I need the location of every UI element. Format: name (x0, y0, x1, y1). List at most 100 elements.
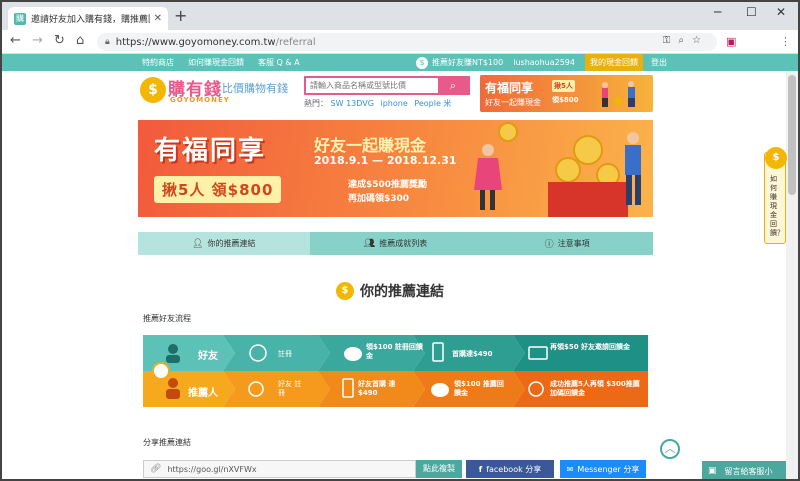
users-icon: 👥︎ (363, 238, 376, 249)
reload-icon[interactable]: ↻ (54, 34, 65, 48)
search-input[interactable] (306, 78, 438, 93)
referral-link[interactable]: 推薦好友賺NT$100 (432, 57, 503, 68)
page-scrollbar[interactable] (786, 71, 798, 479)
url-text: https://www.goyomoney.com.tw/referral (116, 37, 316, 48)
flow-step: 領$100 註冊回饋金 (366, 343, 423, 360)
logo-sub-text: GOYOMONEY (170, 96, 230, 104)
section-title: 你的推薦連結 (360, 284, 444, 300)
logout-link[interactable]: 登出 (651, 57, 667, 68)
bookmark-star-icon[interactable]: ☆ (692, 35, 709, 46)
forward-icon[interactable]: → (32, 34, 43, 48)
home-icon[interactable]: ⌂ (76, 34, 84, 48)
messenger-share-button[interactable]: ✉ Messenger 分享 (560, 460, 646, 478)
key-icon[interactable]: ⚿ (663, 35, 679, 46)
share-label: 分享推薦連結 (143, 438, 191, 447)
banner-title: 有福同享 (154, 136, 267, 166)
chat-label: 留言給客服小 (724, 466, 773, 476)
browser-tab[interactable]: 購 邀請好友加入購有錢，購推薦回饋現金！ ✕ (8, 7, 168, 30)
messenger-share-label: Messenger 分享 (577, 464, 640, 474)
mini-banner-badge: 揪5人 (552, 80, 575, 92)
flow-step: 首購達$490 (452, 350, 493, 358)
piggy-bank-icon (431, 383, 449, 397)
banner-info-line-1: 達成$500推薦獎勵 (348, 180, 428, 190)
window-close-icon[interactable]: ✕ (776, 5, 786, 19)
hot-keyword[interactable]: SW 13DVG (331, 99, 374, 108)
banner-subtitle: 好友一起賺現金 (314, 136, 427, 155)
main-content: $ 你的推薦連結 推薦好友流程 好友 註冊 領$100 註冊回饋金 首購達$49… (138, 255, 653, 479)
section-heading: $ 你的推薦連結 (336, 281, 444, 301)
browser-toolbar: ← → ↻ ⌂ 🔒︎ https://www.goyomoney.com.tw/… (2, 30, 798, 54)
logo-slogan: 比價購物有錢 (222, 82, 288, 95)
copy-button[interactable]: 點此複製 (416, 460, 462, 478)
browser-window: 購 邀請好友加入購有錢，購推薦回饋現金！ ✕ + ─ ☐ ✕ ← → ↻ ⌂ 🔒… (0, 0, 800, 481)
info-icon: ⓘ (544, 240, 554, 250)
mini-banner-subtitle: 好友一起賺現金 (485, 98, 541, 107)
menu-icon[interactable]: ⋮ (780, 35, 791, 48)
tab-title: 邀請好友加入購有錢，購推薦回饋現金！ (31, 15, 150, 25)
hot-label: 熱門： (304, 99, 328, 108)
friends-icon (166, 355, 180, 363)
share-url-field[interactable]: 🔗︎ https://goo.gl/nXVFWx (143, 460, 416, 478)
banner-badge: 揪5人 領$800 (154, 176, 282, 203)
mini-banner-title: 有福同享 (485, 81, 534, 95)
coin-icon: $ (336, 282, 354, 300)
omnibox-icons: ⚿⌕☆ (663, 35, 709, 46)
banner-info: 達成$500推薦獎勵 再加碼領$300 (348, 178, 427, 206)
close-tab-icon[interactable]: ✕ (154, 13, 162, 24)
back-icon[interactable]: ← (10, 34, 21, 48)
zoom-icon[interactable]: ⌕ (678, 35, 692, 46)
address-bar[interactable]: 🔒︎ https://www.goyomoney.com.tw/referral… (97, 33, 717, 51)
nav-link-faq[interactable]: 客服 Q & A (258, 57, 300, 68)
facebook-icon: f (478, 464, 483, 474)
tab-label: 你的推薦連結 (207, 239, 256, 248)
mini-banner-amount: 領$800 (552, 96, 579, 104)
flow-actor-referrer: 推薦人 (188, 388, 218, 399)
tab-notes[interactable]: ⓘ 注意事項 (481, 232, 654, 255)
banner-illustration (474, 122, 641, 217)
flow-actor-friend: 好友 (198, 351, 218, 362)
tab-label: 推薦成就列表 (379, 239, 428, 248)
site-logo[interactable]: $ 購有錢 GOYOMONEY 比價購物有錢 (140, 75, 300, 109)
flow-step: 成功推薦5人再領 $300推薦加碼回饋金 (550, 380, 640, 397)
minimize-icon[interactable]: ─ (714, 5, 721, 19)
flow-label: 推薦好友流程 (143, 314, 191, 323)
messenger-icon: ✉ (566, 464, 574, 474)
extension-icon[interactable]: ▣ (726, 35, 736, 48)
side-widget-text: 如何賺現金回饋？ (770, 175, 784, 237)
new-tab-icon[interactable]: + (174, 8, 187, 24)
tab-achievements[interactable]: 👥︎ 推薦成就列表 (309, 232, 482, 255)
hot-keyword[interactable]: People 米 (414, 99, 451, 108)
facebook-share-button[interactable]: f facebook 分享 (466, 460, 554, 478)
people-illustration (602, 81, 635, 107)
chat-icon: ▣ (708, 466, 717, 476)
site-favicon-icon: 購 (14, 12, 26, 25)
back-to-top-button[interactable]: ︿ (660, 439, 680, 459)
flow-step: 領$100 推薦回饋金 (454, 380, 504, 397)
banner-dates: 2018.9.1 — 2018.12.31 (314, 154, 457, 167)
banner-info-line-2: 再加碼領$300 (348, 194, 410, 204)
customer-service-chat-button[interactable]: ▣ 留言給客服小 (702, 461, 786, 479)
maximize-icon[interactable]: ☐ (746, 5, 757, 19)
search-bar: ⌕ (304, 76, 470, 95)
tab-strip: 購 邀請好友加入購有錢，購推薦回饋現金！ ✕ + ─ ☐ ✕ (2, 2, 798, 30)
share-url: https://goo.gl/nXVFWx (167, 464, 257, 474)
mini-promo-banner[interactable]: 有福同享 好友一起賺現金 揪5人 領$800 (480, 75, 653, 112)
nav-link-how-to-earn[interactable]: 如何賺現金回饋 (188, 57, 244, 68)
lock-icon: 🔒︎ (105, 37, 110, 47)
how-to-earn-widget[interactable]: $ 如何賺現金回饋？ (764, 147, 787, 244)
flow-step: 好友首購 達$490 (358, 380, 396, 397)
promo-banner[interactable]: 有福同享 好友一起賺現金 2018.9.1 — 2018.12.31 揪5人 領… (138, 120, 653, 217)
flow-step: 再領$50 好友邀請回饋金 (550, 343, 631, 351)
referral-tabs: 👤︎ 你的推薦連結 👥︎ 推薦成就列表 ⓘ 注意事項 (138, 232, 654, 255)
search-button[interactable]: ⌕ (438, 78, 468, 93)
coin-icon: $ (765, 147, 787, 169)
flow-step: 註冊 (278, 350, 292, 358)
my-cashback-button[interactable]: 我的現金回饋 (584, 54, 643, 71)
scrollbar-thumb[interactable] (788, 75, 796, 195)
hot-keyword[interactable]: iphone (381, 99, 408, 108)
tab-referral-link[interactable]: 👤︎ 你的推薦連結 (138, 232, 310, 255)
username[interactable]: lushaohua2594 (513, 58, 575, 67)
nav-link-stores[interactable]: 特約商店 (142, 57, 174, 68)
referrer-icon (166, 389, 180, 399)
flow-step: 好友 註冊 (278, 380, 302, 397)
